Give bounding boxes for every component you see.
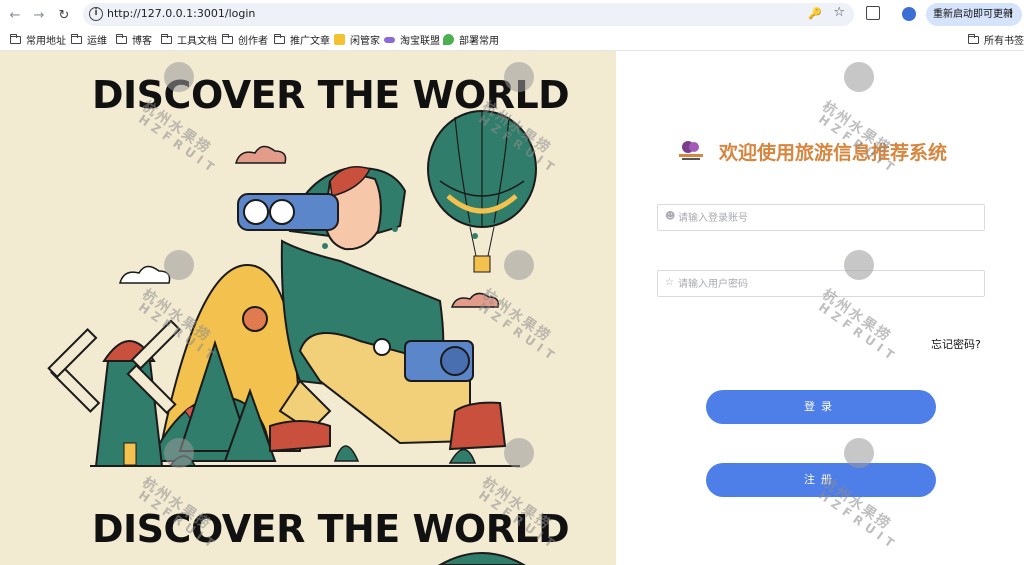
profile-avatar-icon[interactable] [902,7,916,21]
star-icon: ☆ [665,277,674,288]
folder-icon [10,33,21,44]
folder-icon [968,33,979,44]
bookmark-item[interactable]: 闲管家 [334,31,380,48]
password-field[interactable]: ☆ [657,270,985,297]
bookmark-label: 闲管家 [350,36,380,47]
login-button[interactable]: 登录 [706,390,936,424]
forward-arrow-icon[interactable]: → [30,6,48,24]
url-text[interactable]: http://127.0.0.1:3001/login [107,7,255,20]
page-title: 欢迎使用旅游信息推荐系统 [719,142,948,164]
username-input[interactable] [678,208,978,228]
menu-dots-icon: ⋮ [1006,9,1016,20]
bookmark-label: 常用地址 [26,36,66,47]
hero-illustration: DISCOVER THE WORLD DISCOVER THE WORLD [0,51,616,565]
traveler-illustration [47,110,537,565]
bookmark-item[interactable]: 淘宝联盟 [384,31,440,48]
hot-air-balloon-icon [427,110,537,273]
bookmark-item[interactable]: 工具文档 [161,31,217,48]
bookmark-label: 推广文章 [290,36,330,47]
bookmark-label: 所有书签 [984,36,1024,47]
bookmarks-bar: 常用地址 运维 博客 工具文档 创作者 推广文章 闲管家 淘宝联盟 部署常用 所… [0,29,1024,50]
bookmark-label: 部署常用 [459,36,499,47]
taobao-union-icon [384,36,395,43]
bookmark-item[interactable]: 推广文章 [274,31,330,48]
all-bookmarks[interactable]: 所有书签 [968,31,1024,48]
register-button[interactable]: 注册 [706,463,936,497]
folder-icon [161,33,172,44]
reload-icon[interactable]: ↻ [55,6,73,24]
bookmark-label: 工具文档 [177,36,217,47]
back-arrow-icon[interactable]: ← [6,6,24,24]
folder-icon [71,33,82,44]
update-button-label: 重新启动即可更新 [933,9,1013,20]
site-info-icon[interactable]: i [89,7,103,21]
username-field[interactable]: ☻ [657,204,985,231]
update-button[interactable]: 重新启动即可更新 ⋮ [926,3,1022,26]
password-input[interactable] [678,274,978,294]
user-icon: ☻ [665,211,676,222]
xianguanjia-icon [334,34,345,45]
forgot-password-link[interactable]: 忘记密码? [931,336,981,352]
extensions-icon[interactable] [866,6,880,20]
folder-icon [116,33,127,44]
folder-icon [274,33,285,44]
bookmark-item[interactable]: 运维 [71,31,107,48]
folder-icon [222,33,233,44]
hzfruit-logo-icon [679,141,703,160]
password-key-icon[interactable]: 🔑 [808,7,822,20]
bookmark-label: 创作者 [238,36,268,47]
address-bar[interactable]: i http://127.0.0.1:3001/login 🔑 ☆ [83,3,854,26]
bookmark-star-icon[interactable]: ☆ [833,5,845,20]
deploy-leaf-icon [443,34,454,45]
bookmark-item[interactable]: 博客 [116,31,152,48]
bookmark-item[interactable]: 常用地址 [10,31,66,48]
bookmark-item[interactable]: 创作者 [222,31,268,48]
bookmark-item[interactable]: 部署常用 [443,31,499,48]
bookmark-label: 淘宝联盟 [400,36,440,47]
browser-toolbar: ← → ↻ i http://127.0.0.1:3001/login 🔑 ☆ … [0,0,1024,29]
hero-title-bottom: DISCOVER THE WORLD [92,507,570,551]
bookmark-label: 运维 [87,36,107,47]
windmill-icon [47,319,181,467]
bookmark-label: 博客 [132,36,152,47]
